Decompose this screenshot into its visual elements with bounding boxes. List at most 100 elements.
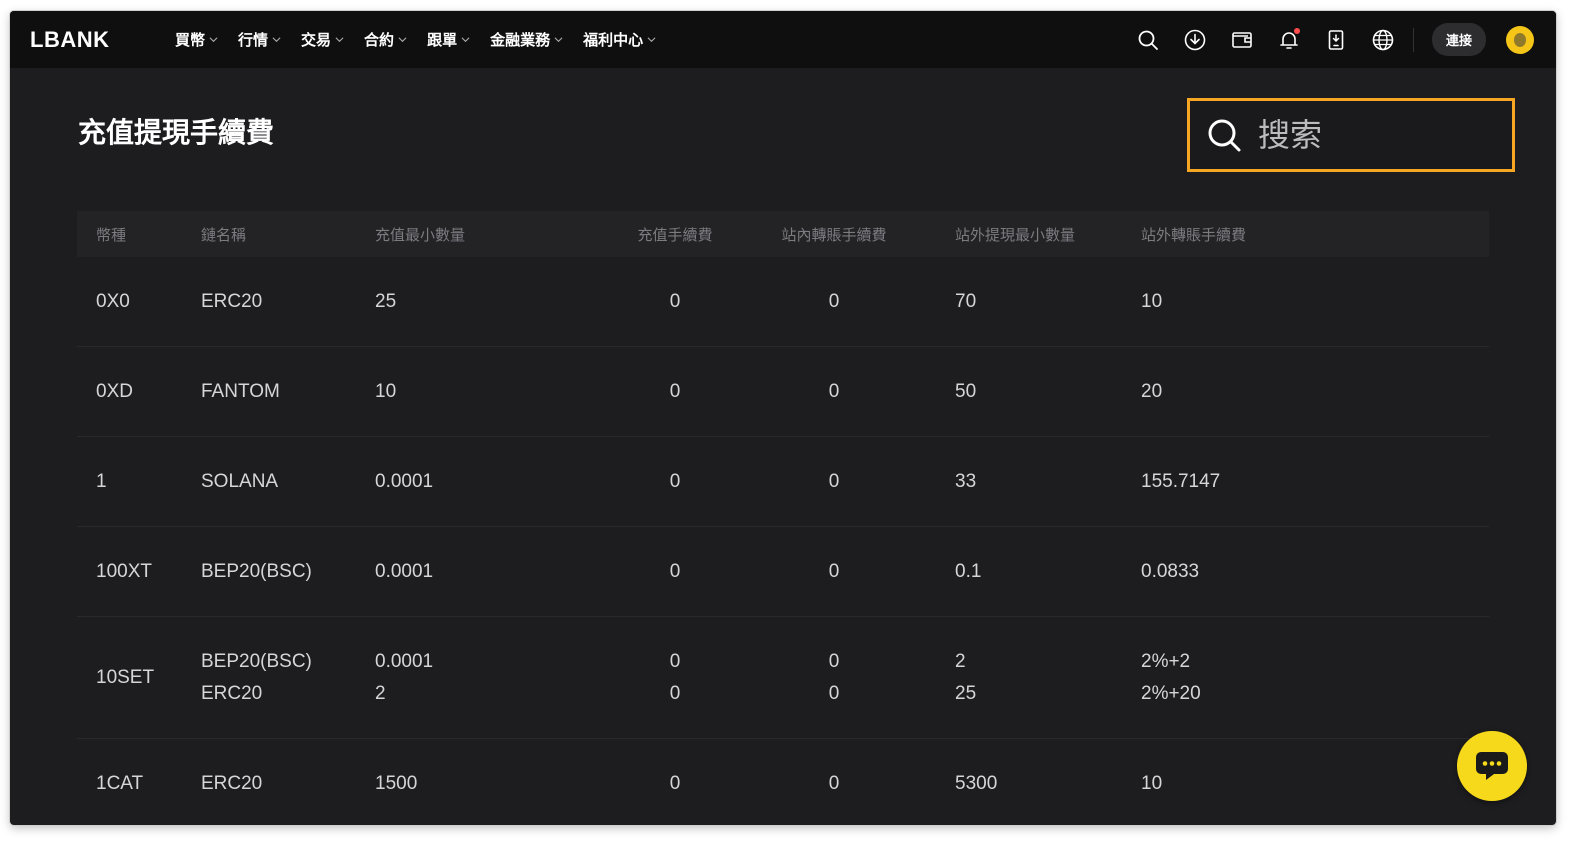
lbank-logo[interactable]: LBANK: [30, 27, 110, 53]
internal-fee-cell: 0: [828, 380, 840, 402]
chat-bubble-icon: [1476, 752, 1508, 780]
chain-cell: BEP20(BSC) ERC20: [201, 646, 375, 710]
min-withdraw-cell: 70: [955, 290, 977, 312]
chain-cell: SOLANA: [201, 470, 279, 492]
fee-table: 幣種 鏈名稱 充值最小數量 充值手續費 站內轉賬手續費 站外提現最小數量 站外轉…: [77, 211, 1489, 825]
min-deposit-cell: 0.0001: [375, 560, 434, 582]
menu-label: 行情: [238, 32, 269, 49]
deposit-fee-cell: 0: [669, 290, 681, 312]
min-withdraw-cell: 33: [955, 470, 977, 492]
min-deposit-cell: 1500: [375, 772, 418, 794]
menu-item-copy-trading[interactable]: 跟單: [427, 29, 470, 50]
header-min-withdraw: 站外提現最小數量: [955, 226, 1076, 244]
internal-fee-cell: 0: [828, 290, 840, 312]
header-deposit-fee: 充值手續費: [637, 226, 713, 244]
table-header: 幣種 鏈名稱 充值最小數量 充值手續費 站內轉賬手續費 站外提現最小數量 站外轉…: [77, 211, 1489, 257]
table-row: 1 SOLANA 0.0001 0 0 33 155.7147: [77, 437, 1489, 527]
internal-fee-cell: 0: [828, 470, 840, 492]
coin-cell: 0XD: [96, 380, 133, 402]
coin-cell: 0X0: [96, 290, 130, 312]
coin-cell: 10SET: [96, 666, 155, 688]
header-chain: 鏈名稱: [201, 226, 247, 244]
min-deposit-cell: 25: [375, 290, 397, 312]
menu-label: 福利中心: [583, 32, 644, 49]
min-withdraw-cell: 2 25: [893, 646, 1138, 710]
header-coin: 幣種: [96, 226, 127, 244]
table-row: 10SET BEP20(BSC) ERC20 0.0001 2 0 0 0 0 …: [77, 617, 1489, 739]
deposit-fee-cell: 0 0: [575, 646, 775, 710]
chain-cell: FANTOM: [201, 380, 280, 402]
menu-item-futures[interactable]: 合約: [364, 29, 407, 50]
app-window: LBANK 買幣 行情 交易 合約 跟單 金融業務 福利中心 連接 充值提現手續…: [10, 11, 1556, 825]
menu-item-rewards[interactable]: 福利中心: [583, 29, 656, 50]
internal-fee-cell: 0: [828, 560, 840, 582]
menu-item-markets[interactable]: 行情: [238, 29, 281, 50]
header-internal-fee: 站內轉賬手續費: [781, 226, 887, 244]
min-deposit-cell: 0.0001: [375, 470, 434, 492]
coin-cell: 1: [96, 470, 107, 492]
wallet-icon[interactable]: [1229, 27, 1255, 53]
mobile-icon[interactable]: [1323, 27, 1349, 53]
menu-label: 合約: [364, 32, 395, 49]
withdraw-fee-cell: 10: [1141, 772, 1163, 794]
min-withdraw-cell: 0.1: [955, 560, 982, 582]
menu-label: 跟單: [427, 32, 458, 49]
globe-icon[interactable]: [1370, 27, 1396, 53]
min-deposit-line: 2: [375, 682, 386, 704]
withdraw-fee-cell: 0.0833: [1141, 560, 1200, 582]
min-withdraw-cell: 50: [955, 380, 977, 402]
chat-support-button[interactable]: [1457, 731, 1527, 801]
chain-line: ERC20: [201, 682, 263, 704]
chevron-down-icon: [647, 37, 656, 43]
chain-cell: ERC20: [201, 772, 263, 794]
chevron-down-icon: [554, 37, 563, 43]
main-menu: 買幣 行情 交易 合約 跟單 金融業務 福利中心: [175, 11, 676, 68]
chevron-down-icon: [461, 37, 470, 43]
min-withdraw-line: 2: [955, 650, 966, 672]
menu-item-buy[interactable]: 買幣: [175, 29, 218, 50]
chain-line: BEP20(BSC): [201, 650, 312, 672]
withdraw-fee-cell: 155.7147: [1141, 470, 1221, 492]
bell-icon[interactable]: [1276, 27, 1302, 53]
search-box[interactable]: [1187, 98, 1515, 172]
deposit-fee-cell: 0: [669, 560, 681, 582]
table-row: 1CAT ERC20 1500 0 0 5300 10: [77, 739, 1489, 825]
connect-button[interactable]: 連接: [1431, 23, 1486, 56]
chevron-down-icon: [272, 37, 281, 43]
page-title: 充值提現手續費: [78, 117, 275, 148]
internal-fee-cell: 0: [828, 772, 840, 794]
withdraw-fee-cell: 2%+2 2%+20: [1138, 646, 1489, 710]
header-min-deposit: 充值最小數量: [375, 226, 466, 244]
nav-actions: 連接: [1135, 11, 1556, 68]
download-icon[interactable]: [1182, 27, 1208, 53]
withdraw-fee-cell: 10: [1141, 290, 1163, 312]
menu-item-trade[interactable]: 交易: [301, 29, 344, 50]
internal-fee-line: 0: [828, 682, 840, 704]
table-row: 100XT BEP20(BSC) 0.0001 0 0 0.1 0.0833: [77, 527, 1489, 617]
coin-cell: 1CAT: [96, 772, 144, 794]
min-withdraw-line: 25: [955, 682, 977, 704]
deposit-fee-line: 0: [669, 682, 681, 704]
table-row: 0X0 ERC20 25 0 0 70 10: [77, 257, 1489, 347]
menu-item-finance[interactable]: 金融業務: [490, 29, 563, 50]
chevron-down-icon: [209, 37, 218, 43]
notification-dot: [1293, 27, 1300, 34]
internal-fee-cell: 0 0: [775, 646, 893, 710]
min-deposit-cell: 10: [375, 380, 397, 402]
coin-cell: 100XT: [96, 560, 152, 582]
menu-label: 買幣: [175, 32, 206, 49]
nav-divider: [1412, 27, 1414, 52]
chain-cell: BEP20(BSC): [201, 560, 312, 582]
header-withdraw-fee: 站外轉賬手續費: [1141, 226, 1247, 244]
deposit-fee-line: 0: [669, 650, 681, 672]
chain-cell: ERC20: [201, 290, 263, 312]
withdraw-fee-line: 2%+20: [1141, 682, 1201, 704]
search-input[interactable]: [1256, 115, 1490, 155]
min-deposit-cell: 0.0001 2: [375, 646, 575, 710]
withdraw-fee-cell: 20: [1141, 380, 1163, 402]
search-icon: [1208, 119, 1241, 152]
internal-fee-line: 0: [828, 650, 840, 672]
withdraw-fee-line: 2%+2: [1141, 650, 1191, 672]
search-icon[interactable]: [1135, 27, 1161, 53]
avatar[interactable]: [1506, 25, 1534, 54]
